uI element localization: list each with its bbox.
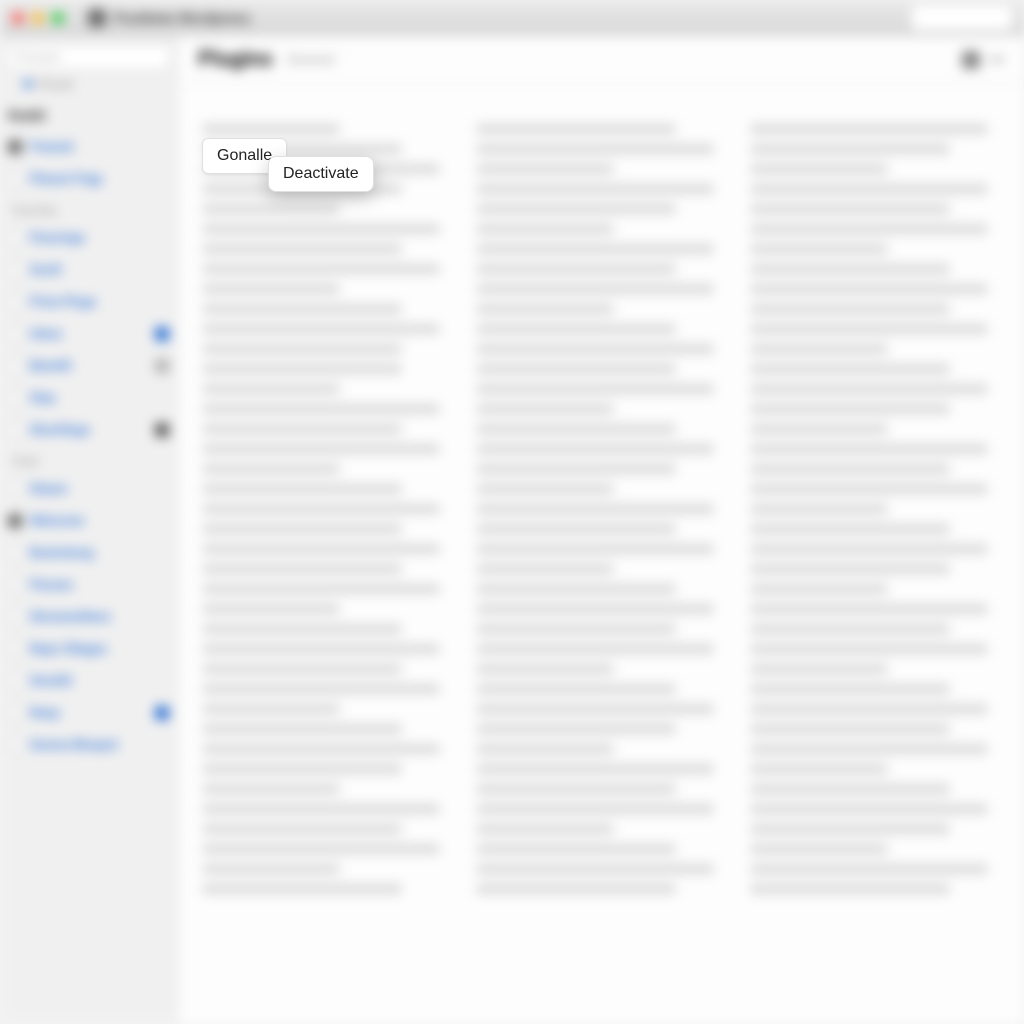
sidebar-item-label: Bostrelong: [30, 546, 169, 561]
sidebar-item[interactable]: Smoltit: [6, 666, 171, 696]
checkbox-icon[interactable]: [8, 674, 22, 688]
sidebar-item[interactable]: Benefit: [6, 351, 171, 381]
sidebar-item[interactable]: Stay: [6, 383, 171, 413]
checkbox-icon[interactable]: [8, 263, 22, 277]
maximize-icon[interactable]: [52, 12, 64, 24]
content-body: [178, 84, 1024, 918]
sidebar: Proceed Proced Reddit Freeset Plaresi Fr…: [0, 36, 178, 1024]
sidebar-item[interactable]: Welcome: [6, 506, 171, 536]
sidebar-item-label: Stay: [30, 391, 169, 406]
sidebar-item-label: Shortlings: [30, 423, 147, 438]
deactivate-menu-item[interactable]: Deactivate: [268, 156, 374, 192]
checkbox-icon[interactable]: [8, 140, 22, 154]
sidebar-item-label: Sooft: [30, 263, 169, 278]
minimize-icon[interactable]: [32, 12, 44, 24]
checkbox-icon[interactable]: [8, 514, 22, 528]
sidebar-item[interactable]: Stronemillens: [6, 602, 171, 632]
checkbox-icon[interactable]: [8, 546, 22, 560]
sidebar-item-label: Inbox: [30, 327, 147, 342]
checkbox-icon[interactable]: [8, 327, 22, 341]
sidebar-item[interactable]: Soreve Bloepst: [6, 730, 171, 760]
checkbox-icon[interactable]: [8, 706, 22, 720]
badge-icon: [155, 359, 169, 373]
sidebar-item[interactable]: Prise Plugs: [6, 287, 171, 317]
checkbox-icon[interactable]: [8, 610, 22, 624]
badge-icon: [155, 327, 169, 341]
sidebar-item[interactable]: Steam: [6, 474, 171, 504]
sidebar-search-input[interactable]: Proceed: [6, 44, 171, 70]
checkbox-icon[interactable]: [8, 482, 22, 496]
sidebar-item-label: Peoses: [30, 578, 169, 593]
sidebar-item-label: Stronemillens: [30, 610, 169, 625]
sidebar-item[interactable]: Shortlings: [6, 415, 171, 445]
sidebar-item-label: Welcome: [30, 514, 169, 529]
sidebar-item[interactable]: Freeset: [6, 132, 171, 162]
checkbox-icon[interactable]: [8, 359, 22, 373]
sidebar-hint: Proced: [6, 78, 171, 99]
sidebar-item-label: Flouringe: [30, 231, 169, 246]
window-title: Postbeta Wordpress: [114, 9, 250, 27]
sidebar-item-label: Smoltit: [30, 674, 169, 689]
checkbox-icon[interactable]: [8, 231, 22, 245]
sidebar-item-label: Reep: [30, 706, 147, 721]
sidebar-group-label: Fixed: [6, 447, 171, 472]
sidebar-item-label: Prise Plugs: [30, 295, 169, 310]
sidebar-item-label: Steam: [30, 482, 169, 497]
checkbox-icon[interactable]: [8, 578, 22, 592]
checkbox-icon[interactable]: [8, 423, 22, 437]
badge-icon: [155, 423, 169, 437]
titlebar-search[interactable]: [912, 6, 1012, 30]
page-title: Plugins: [198, 47, 273, 72]
checkbox-icon[interactable]: [8, 391, 22, 405]
sidebar-item-label: Plaresi Frigy: [30, 172, 169, 187]
checkbox-icon[interactable]: [8, 172, 22, 186]
sidebar-item-label: Benefit: [30, 359, 147, 374]
sidebar-hint-text: Proced: [38, 78, 73, 91]
sidebar-item[interactable]: Bostrelong: [6, 538, 171, 568]
close-icon[interactable]: [12, 12, 24, 24]
sidebar-item[interactable]: Peoses: [6, 570, 171, 600]
window-titlebar: Postbeta Wordpress: [0, 0, 1024, 36]
toolbar: [962, 51, 1004, 69]
checkbox-icon[interactable]: [8, 738, 22, 752]
app-icon: [88, 9, 106, 27]
sidebar-item-label: Soreve Bloepst: [30, 738, 169, 753]
checkbox-icon[interactable]: [8, 295, 22, 309]
sidebar-item[interactable]: Flouringe: [6, 223, 171, 253]
sidebar-item-label: Freeset: [30, 140, 169, 155]
page-subtitle: General: [287, 52, 335, 68]
sidebar-item[interactable]: Plaresi Frigy: [6, 164, 171, 194]
settings-icon[interactable]: [962, 51, 980, 69]
sidebar-item-label: Repo Ollages: [30, 642, 169, 657]
checkbox-icon[interactable]: [8, 642, 22, 656]
sidebar-item[interactable]: Repo Ollages: [6, 634, 171, 664]
sidebar-item[interactable]: Inbox: [6, 319, 171, 349]
sidebar-group-label: Favorites: [6, 196, 171, 221]
main-header: Plugins General: [178, 36, 1024, 84]
minimize-icon[interactable]: [990, 58, 1004, 61]
sidebar-section-title: Reddit: [6, 101, 171, 130]
window-controls[interactable]: [12, 12, 64, 24]
sidebar-item[interactable]: Sooft: [6, 255, 171, 285]
badge-icon: [155, 706, 169, 720]
sidebar-item[interactable]: Reep: [6, 698, 171, 728]
